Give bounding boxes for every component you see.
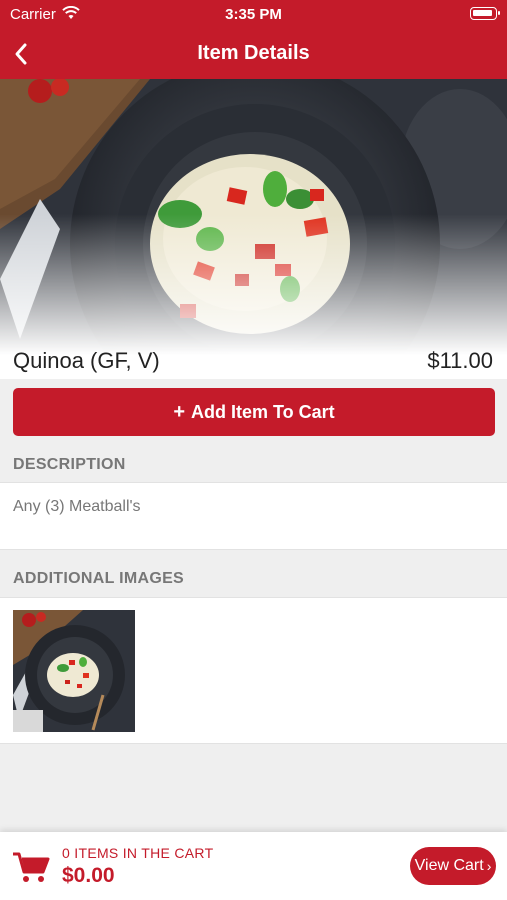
page-title: Item Details	[197, 42, 310, 64]
status-time: 3:35 PM	[225, 6, 282, 23]
description-box: Any (3) Meatball's	[0, 482, 507, 550]
additional-image-thumbnail[interactable]	[13, 610, 135, 732]
navigation-bar: Item Details	[0, 30, 507, 79]
cart-icon[interactable]	[12, 850, 50, 884]
view-cart-button[interactable]: View Cart ›	[410, 847, 496, 885]
cart-summary-bar: 0 ITEMS IN THE CART $0.00 View Cart ›	[0, 832, 507, 900]
view-cart-label: View Cart	[414, 857, 484, 874]
item-hero-image	[0, 79, 507, 379]
item-name: Quinoa (GF, V)	[13, 348, 160, 373]
plus-icon: +	[173, 400, 185, 423]
cart-total: $0.00	[62, 864, 115, 887]
add-to-cart-button[interactable]: + Add Item To Cart	[13, 388, 495, 436]
description-text: Any (3) Meatball's	[13, 498, 141, 515]
cart-items-count: 0 ITEMS IN THE CART	[62, 845, 214, 861]
description-header: DESCRIPTION	[13, 456, 126, 473]
chevron-right-icon: ›	[486, 858, 492, 874]
additional-images-box	[0, 597, 507, 744]
battery-icon	[470, 7, 500, 20]
additional-images-header: ADDITIONAL IMAGES	[13, 570, 185, 587]
status-bar: Carrier 3:35 PM	[0, 0, 507, 30]
item-price: $11.00	[427, 348, 493, 373]
add-to-cart-label: Add Item To Cart	[191, 401, 335, 422]
